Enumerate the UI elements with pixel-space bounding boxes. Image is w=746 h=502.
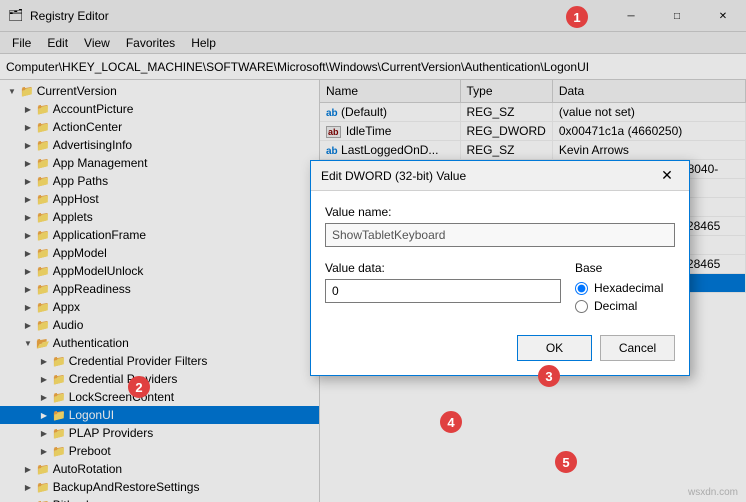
hex-label: Hexadecimal (594, 281, 663, 295)
dec-radio-row[interactable]: Decimal (575, 299, 675, 313)
hex-radio[interactable] (575, 282, 588, 295)
value-data-label: Value data: (325, 261, 561, 275)
value-data-input[interactable] (325, 279, 561, 303)
value-data-section: Value data: (325, 261, 561, 317)
watermark: wsxdn.com (688, 487, 738, 498)
base-label: Base (575, 261, 675, 275)
dialog-buttons: OK Cancel (325, 331, 675, 361)
base-section: Base Hexadecimal Decimal (575, 261, 675, 317)
dialog-title: Edit DWORD (32-bit) Value (321, 169, 655, 183)
value-name-label: Value name: (325, 205, 675, 219)
ok-button[interactable]: OK (517, 335, 592, 361)
dialog-value-row: Value data: Base Hexadecimal Decimal (325, 261, 675, 317)
dialog-title-bar: Edit DWORD (32-bit) Value ✕ (311, 161, 689, 191)
dialog-body: Value name: Value data: Base Hexadecimal… (311, 191, 689, 375)
edit-dword-dialog: Edit DWORD (32-bit) Value ✕ Value name: … (310, 160, 690, 376)
cancel-button[interactable]: Cancel (600, 335, 675, 361)
hex-radio-row[interactable]: Hexadecimal (575, 281, 675, 295)
dec-radio[interactable] (575, 300, 588, 313)
value-name-input[interactable] (325, 223, 675, 247)
dialog-close-button[interactable]: ✕ (655, 164, 679, 188)
dec-label: Decimal (594, 299, 637, 313)
